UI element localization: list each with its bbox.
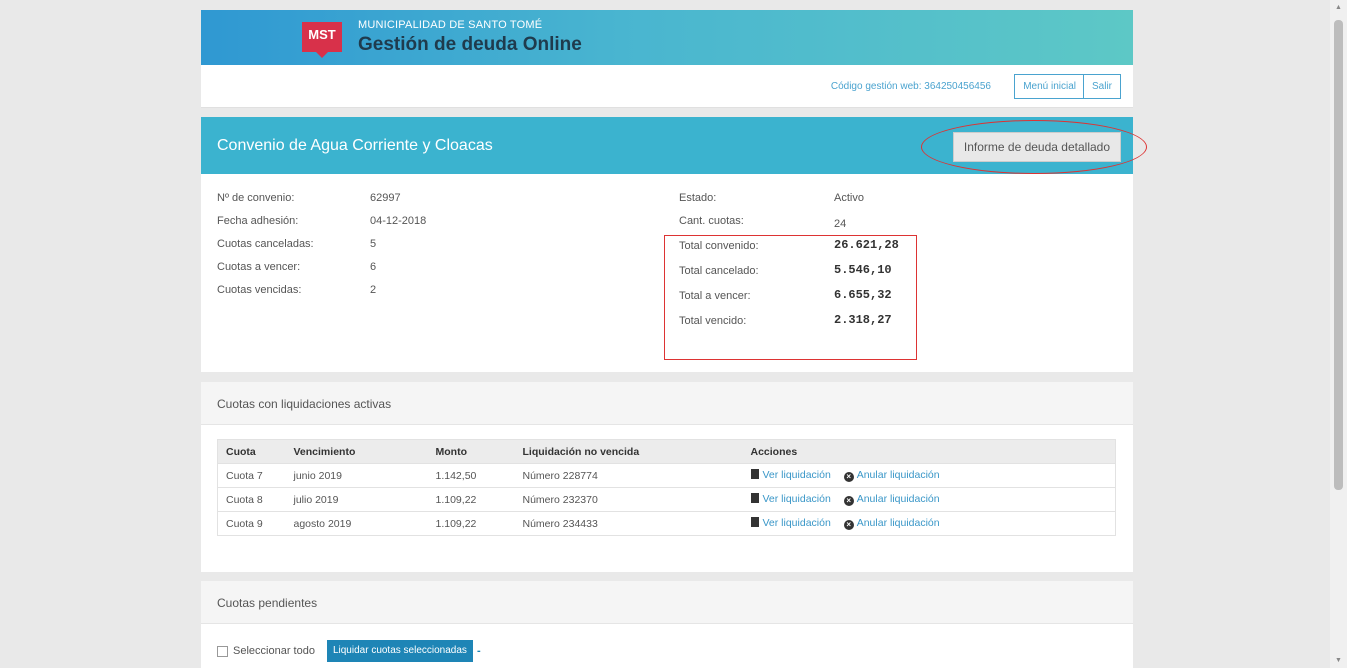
convenio-details: Nº de convenio: 62997 Fecha adhesión: 04… <box>201 174 1133 372</box>
cuota-cell: Cuota 7 <box>217 463 286 488</box>
remove-circle-icon: × <box>843 520 854 530</box>
highlight-ellipse <box>921 120 1147 174</box>
liquidation-number-cell: Número 234433 <box>514 511 743 536</box>
detail-value: 6 <box>370 261 377 273</box>
view-liquidation-link[interactable]: Ver liquidación <box>750 517 831 529</box>
cancel-liquidation-label: Anular liquidación <box>856 493 940 505</box>
scrollbar-thumb[interactable] <box>1334 20 1343 490</box>
status-value: Activo <box>834 192 864 204</box>
pending-installments-panel: Cuotas pendientes Seleccionar todo Liqui… <box>201 581 1133 668</box>
amount-cell: 1.109,22 <box>427 487 515 512</box>
table-row: Cuota 7 junio 2019 1.142,50 Número 22877… <box>217 463 1116 488</box>
document-icon <box>750 517 759 527</box>
detail-row: Cuotas vencidas: 2 <box>217 284 517 307</box>
actions-cell: Ver liquidación × Anular liquidación <box>742 463 1116 488</box>
amount-cell: 1.142,50 <box>427 463 515 488</box>
municipality-name: MUNICIPALIDAD DE SANTO TOMÉ <box>358 19 543 31</box>
cancel-liquidation-link[interactable]: × Anular liquidación <box>843 469 940 482</box>
detail-row: Cuotas a vencer: 6 <box>217 261 517 284</box>
document-icon <box>750 493 759 503</box>
section-header: Cuotas pendientes <box>201 581 1133 624</box>
detail-label: Cuotas canceladas: <box>217 238 314 250</box>
main-menu-button[interactable]: Menú inicial <box>1014 74 1085 99</box>
column-header: Monto <box>427 439 515 464</box>
detail-row: Estado: Activo <box>679 192 979 215</box>
cancel-liquidation-label: Anular liquidación <box>856 469 940 481</box>
view-liquidation-label: Ver liquidación <box>762 493 831 505</box>
select-all-checkbox[interactable] <box>217 645 228 657</box>
detail-label: Cuotas vencidas: <box>217 284 302 296</box>
web-code-label: Código gestión web: 364250456456 <box>830 81 991 92</box>
detail-label: Estado: <box>679 192 717 204</box>
section-header: Cuotas con liquidaciones activas <box>201 382 1133 425</box>
detail-label: Cant. cuotas: <box>679 215 744 227</box>
scroll-down-icon[interactable]: ▼ <box>1335 657 1342 664</box>
exit-button[interactable]: Salir <box>1082 74 1121 99</box>
actions-cell: Ver liquidación × Anular liquidación <box>742 511 1116 536</box>
remove-circle-icon: × <box>843 472 854 482</box>
detail-row: Fecha adhesión: 04-12-2018 <box>217 215 517 238</box>
detail-label: Cuotas a vencer: <box>217 261 301 273</box>
detail-row: Nº de convenio: 62997 <box>217 192 517 215</box>
dropdown-toggle[interactable]: - <box>477 645 481 657</box>
detail-value: 24 <box>834 218 847 230</box>
highlight-rectangle <box>664 235 917 360</box>
liquidation-number-cell: Número 232370 <box>514 487 743 512</box>
cancel-liquidation-label: Anular liquidación <box>856 517 940 529</box>
view-liquidation-label: Ver liquidación <box>762 517 831 529</box>
cancel-liquidation-link[interactable]: × Anular liquidación <box>843 517 940 530</box>
due-date-cell: agosto 2019 <box>285 511 428 536</box>
amount-cell: 1.109,22 <box>427 511 515 536</box>
due-date-cell: julio 2019 <box>285 487 428 512</box>
liquidation-number-cell: Número 228774 <box>514 463 743 488</box>
table-header-row: Cuota Vencimiento Monto Liquidación no v… <box>217 439 1116 464</box>
cuota-cell: Cuota 9 <box>217 511 286 536</box>
detail-value: 2 <box>370 284 377 296</box>
detail-value: 62997 <box>370 192 401 204</box>
view-liquidation-label: Ver liquidación <box>762 469 831 481</box>
scroll-up-icon[interactable]: ▲ <box>1335 4 1342 11</box>
convenio-title: Convenio de Agua Corriente y Cloacas <box>217 137 493 154</box>
view-liquidation-link[interactable]: Ver liquidación <box>750 493 831 505</box>
column-header: Vencimiento <box>285 439 428 464</box>
page-scrollbar[interactable]: ▲ ▼ <box>1330 0 1347 668</box>
app-title: Gestión de deuda Online <box>358 34 582 55</box>
detail-value: 04-12-2018 <box>370 215 427 227</box>
document-icon <box>750 469 759 479</box>
section-title: Cuotas pendientes <box>217 596 318 610</box>
header-banner: MST MUNICIPALIDAD DE SANTO TOMÉ Gestión … <box>201 10 1133 65</box>
select-all-label[interactable]: Seleccionar todo <box>233 645 315 657</box>
column-header: Liquidación no vencida <box>514 439 743 464</box>
remove-circle-icon: × <box>843 496 854 506</box>
column-header: Acciones <box>742 439 1116 464</box>
selection-toolbar: Seleccionar todo Liquidar cuotas selecci… <box>217 640 481 662</box>
cancel-liquidation-link[interactable]: × Anular liquidación <box>843 493 940 506</box>
view-liquidation-link[interactable]: Ver liquidación <box>750 469 831 481</box>
detail-value: 5 <box>370 238 377 250</box>
column-header: Cuota <box>217 439 286 464</box>
detail-label: Nº de convenio: <box>217 192 295 204</box>
active-liquidations-panel: Cuotas con liquidaciones activas Cuota V… <box>201 382 1133 572</box>
convenio-left-column: Nº de convenio: 62997 Fecha adhesión: 04… <box>217 192 517 307</box>
liquidations-table: Cuota Vencimiento Monto Liquidación no v… <box>217 439 1116 536</box>
due-date-cell: junio 2019 <box>285 463 428 488</box>
table-row: Cuota 9 agosto 2019 1.109,22 Número 2344… <box>217 511 1116 536</box>
top-toolbar: Código gestión web: 364250456456 Menú in… <box>201 65 1133 108</box>
section-title: Cuotas con liquidaciones activas <box>217 397 392 411</box>
page-container: MST MUNICIPALIDAD DE SANTO TOMÉ Gestión … <box>201 10 1147 668</box>
liquidate-selected-button[interactable]: Liquidar cuotas seleccionadas <box>326 640 473 662</box>
actions-cell: Ver liquidación × Anular liquidación <box>742 487 1116 512</box>
detail-row: Cuotas canceladas: 5 <box>217 238 517 261</box>
detail-label: Fecha adhesión: <box>217 215 299 227</box>
cuota-cell: Cuota 8 <box>217 487 286 512</box>
table-row: Cuota 8 julio 2019 1.109,22 Número 23237… <box>217 487 1116 512</box>
municipality-logo: MST <box>302 22 342 58</box>
